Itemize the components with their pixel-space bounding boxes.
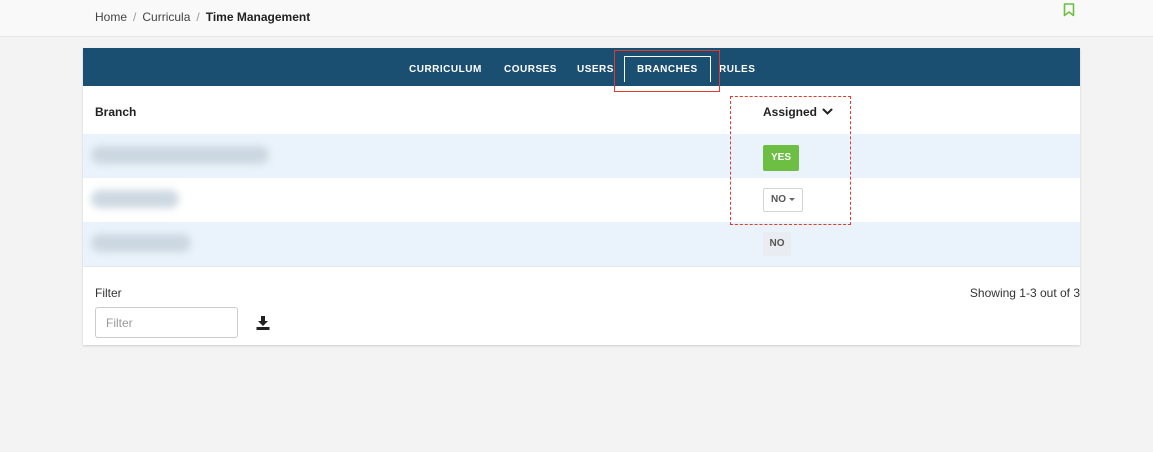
tab-users[interactable]: USERS [577, 48, 614, 86]
filter-input[interactable] [95, 307, 238, 338]
table-row: NO [83, 178, 1080, 222]
pagination-status: Showing 1-3 out of 3 [969, 286, 1080, 300]
table-row: NO [83, 222, 1080, 266]
breadcrumb-curricula[interactable]: Curricula [142, 10, 190, 24]
divider [83, 266, 1080, 267]
column-header-assigned-label: Assigned [763, 105, 818, 119]
tab-courses[interactable]: COURSES [504, 48, 557, 86]
branch-name-redacted [91, 190, 179, 208]
breadcrumb-home[interactable]: Home [95, 10, 127, 24]
chevron-down-icon [822, 108, 833, 115]
curriculum-panel: CURRICULUM COURSES USERS BRANCHES RULES … [83, 48, 1080, 345]
bookmark-icon[interactable] [1063, 3, 1075, 17]
breadcrumb-current: Time Management [205, 10, 311, 24]
tab-branches[interactable]: BRANCHES [624, 56, 711, 82]
column-header-assigned[interactable]: Assigned [763, 105, 833, 119]
assigned-no-label: NO [771, 194, 786, 205]
tab-curriculum[interactable]: CURRICULUM [409, 48, 482, 86]
tab-bar: CURRICULUM COURSES USERS BRANCHES RULES [83, 48, 1080, 86]
breadcrumb: Home / Curricula / Time Management [95, 10, 310, 24]
tab-rules[interactable]: RULES [719, 48, 755, 86]
branch-name-redacted [91, 234, 191, 252]
assigned-no-button[interactable]: NO [763, 232, 791, 256]
download-icon[interactable] [256, 316, 270, 330]
top-bar: Home / Curricula / Time Management [0, 0, 1153, 37]
table-row: YES [83, 134, 1080, 178]
branch-name-redacted [91, 146, 269, 164]
column-header-branch[interactable]: Branch [95, 105, 136, 119]
assigned-no-dropdown[interactable]: NO [763, 188, 803, 212]
caret-down-icon [789, 197, 795, 201]
breadcrumb-separator: / [133, 10, 137, 24]
assigned-yes-button[interactable]: YES [763, 145, 799, 171]
breadcrumb-separator: / [196, 10, 200, 24]
